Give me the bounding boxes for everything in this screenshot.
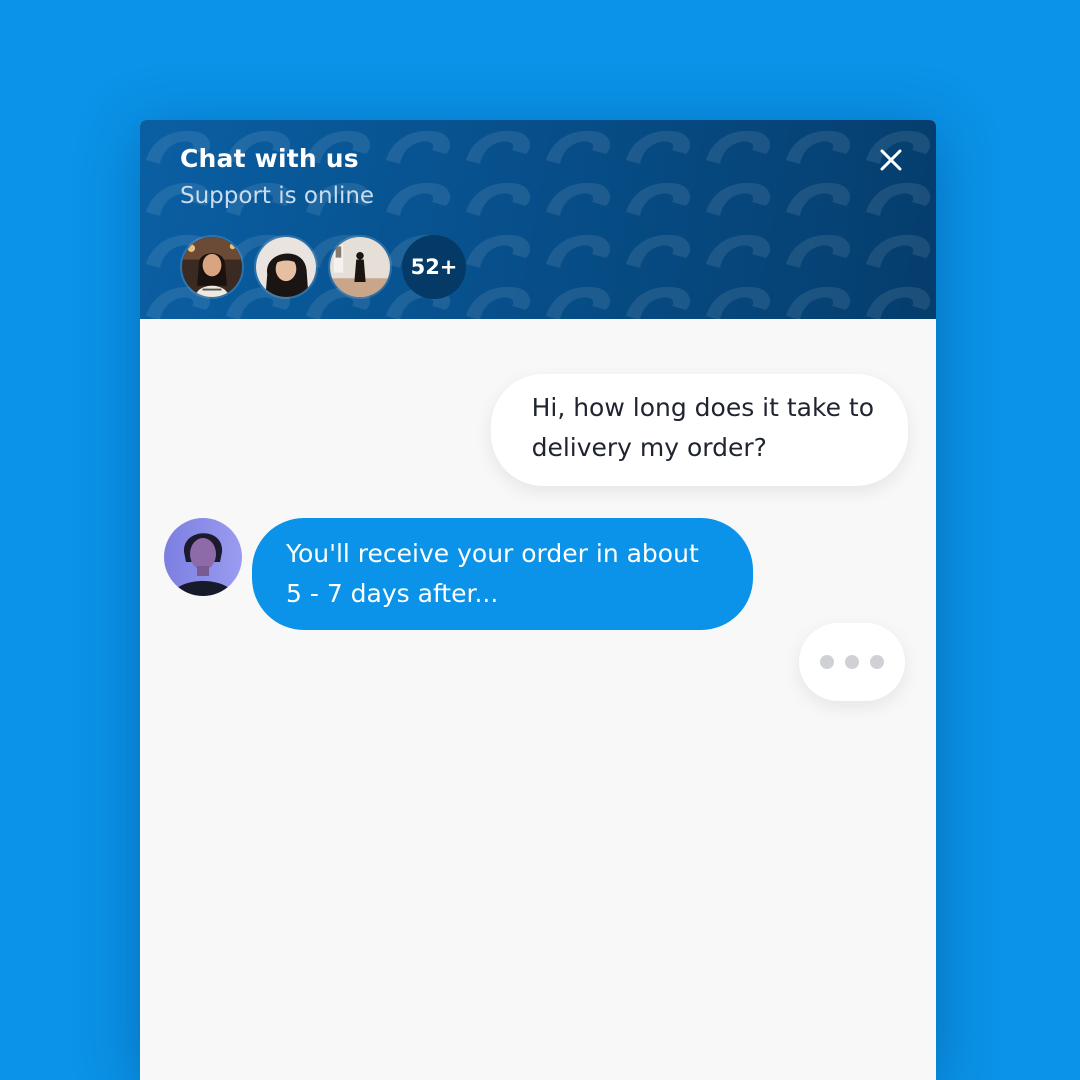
- user-message-line: delivery my order?: [531, 433, 767, 462]
- person-photo-icon: [182, 237, 242, 297]
- agent-avatar-3[interactable]: [328, 235, 392, 299]
- agent-message-line: You'll receive your order in about: [286, 539, 699, 568]
- agent-avatar-2[interactable]: [254, 235, 318, 299]
- chat-header: Chat with us Support is online 52+: [140, 120, 936, 319]
- person-photo-icon: [330, 237, 390, 297]
- agent-message-line: 5 - 7 days after...: [286, 579, 499, 608]
- user-message-line: Hi, how long does it take to: [531, 393, 874, 422]
- person-photo-icon: [256, 237, 316, 297]
- more-agents-badge[interactable]: 52+: [402, 235, 466, 299]
- person-photo-icon: [164, 518, 242, 596]
- chat-widget: Chat with us Support is online 52+ Hi, h…: [140, 120, 936, 1080]
- typing-dot: [870, 655, 884, 669]
- page-background: Chat with us Support is online 52+ Hi, h…: [0, 0, 1080, 1080]
- typing-dot: [845, 655, 859, 669]
- agent-avatar: [164, 518, 242, 596]
- agent-avatars: 52+: [180, 235, 466, 299]
- close-button[interactable]: [878, 147, 904, 173]
- chat-title: Chat with us: [180, 144, 359, 173]
- typing-dot: [820, 655, 834, 669]
- agent-avatar-1[interactable]: [180, 235, 244, 299]
- typing-indicator: [799, 623, 905, 701]
- user-message: Hi, how long does it take to delivery my…: [490, 374, 908, 486]
- close-icon: [880, 149, 902, 171]
- chat-body: Hi, how long does it take to delivery my…: [140, 319, 936, 1080]
- agent-message: You'll receive your order in about 5 - 7…: [252, 518, 753, 630]
- support-status: Support is online: [180, 183, 375, 209]
